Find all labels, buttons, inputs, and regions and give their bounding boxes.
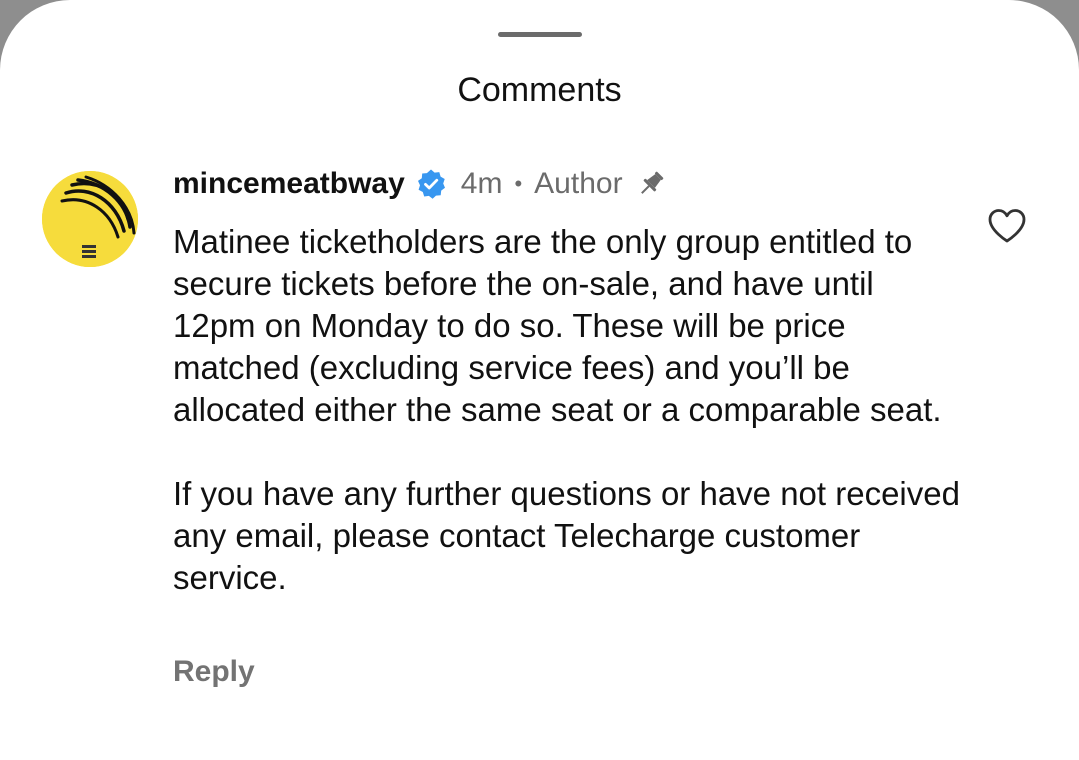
username[interactable]: mincemeatbway [173,167,405,201]
meta-separator: • [514,171,523,196]
sheet-title: Comments [457,71,622,109]
reply-button[interactable]: Reply [173,655,255,689]
verified-badge-icon [417,169,445,199]
comment-paragraph: If you have any further questions or hav… [173,475,960,596]
avatar[interactable] [42,171,138,267]
comment-paragraph: Matinee ticketholders are the only group… [173,223,942,428]
author-label: Author [534,167,623,200]
comment-header: mincemeatbway 4m • Author [173,163,667,205]
comments-sheet: Comments mincemeatbway 4m • Author Matin… [0,0,1079,760]
poster-avatar-icon [42,171,138,267]
comment-text: Matinee ticketholders are the only group… [173,221,963,599]
drag-handle[interactable] [498,32,582,37]
heart-icon[interactable] [986,206,1028,246]
comment-time: 4m [460,167,503,200]
pin-icon [640,171,663,194]
